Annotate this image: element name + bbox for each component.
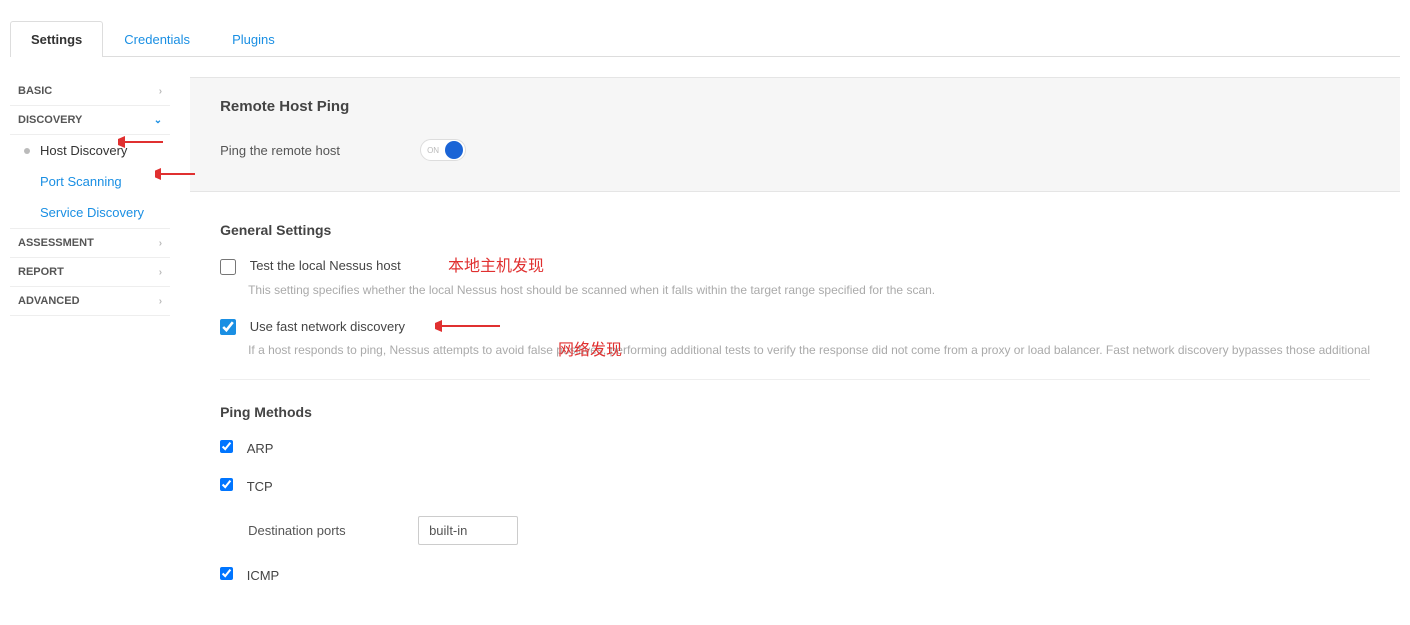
fast-network-discovery-label: Use fast network discovery bbox=[250, 319, 405, 334]
test-local-nessus-label: Test the local Nessus host bbox=[250, 258, 401, 273]
icmp-checkbox[interactable] bbox=[220, 567, 233, 580]
settings-sidebar: BASIC › DISCOVERY ⌄ Host Discovery Port … bbox=[10, 57, 170, 625]
sidebar-label-assessment: ASSESSMENT bbox=[18, 237, 94, 249]
chevron-right-icon: › bbox=[159, 238, 162, 249]
destination-ports-input[interactable] bbox=[418, 516, 518, 545]
sidebar-label-report: REPORT bbox=[18, 266, 64, 278]
general-settings-section: General Settings Test the local Nessus h… bbox=[190, 192, 1400, 625]
general-settings-title: General Settings bbox=[220, 222, 1370, 238]
sidebar-item-assessment[interactable]: ASSESSMENT › bbox=[10, 228, 170, 258]
chevron-down-icon: ⌄ bbox=[154, 115, 162, 126]
sidebar-label-discovery: DISCOVERY bbox=[18, 114, 82, 126]
sidebar-sub-service-discovery[interactable]: Service Discovery bbox=[10, 197, 170, 228]
tcp-label: TCP bbox=[247, 479, 273, 494]
tcp-checkbox[interactable] bbox=[220, 478, 233, 491]
chevron-right-icon: › bbox=[159, 267, 162, 278]
tab-settings[interactable]: Settings bbox=[10, 21, 103, 57]
sidebar-item-advanced[interactable]: ADVANCED › bbox=[10, 287, 170, 316]
ping-remote-host-label: Ping the remote host bbox=[220, 143, 420, 158]
sidebar-item-basic[interactable]: BASIC › bbox=[10, 77, 170, 106]
tab-credentials[interactable]: Credentials bbox=[103, 21, 211, 57]
remote-host-ping-section: Remote Host Ping Ping the remote host ON bbox=[190, 77, 1400, 192]
test-local-nessus-desc: This setting specifies whether the local… bbox=[248, 283, 1370, 297]
destination-ports-label: Destination ports bbox=[248, 523, 418, 538]
top-tabs: Settings Credentials Plugins bbox=[10, 20, 1400, 57]
sidebar-sub-host-discovery[interactable]: Host Discovery bbox=[10, 135, 170, 166]
fast-network-discovery-checkbox[interactable] bbox=[220, 319, 236, 335]
fast-network-discovery-desc: If a host responds to ping, Nessus attem… bbox=[248, 343, 1370, 357]
toggle-on-text: ON bbox=[427, 146, 439, 155]
ping-remote-host-toggle[interactable]: ON bbox=[420, 139, 466, 161]
remote-host-ping-title: Remote Host Ping bbox=[220, 98, 1370, 115]
icmp-label: ICMP bbox=[247, 568, 280, 583]
chevron-right-icon: › bbox=[159, 86, 162, 97]
sidebar-label-basic: BASIC bbox=[18, 85, 52, 97]
test-local-nessus-checkbox[interactable] bbox=[220, 259, 236, 275]
sidebar-item-discovery[interactable]: DISCOVERY ⌄ bbox=[10, 106, 170, 135]
toggle-knob-icon bbox=[445, 141, 463, 159]
arp-label: ARP bbox=[247, 441, 274, 456]
divider bbox=[220, 379, 1370, 380]
ping-methods-title: Ping Methods bbox=[220, 404, 1370, 420]
chevron-right-icon: › bbox=[159, 296, 162, 307]
sidebar-item-report[interactable]: REPORT › bbox=[10, 258, 170, 287]
sidebar-sub-port-scanning[interactable]: Port Scanning bbox=[10, 166, 170, 197]
tab-plugins[interactable]: Plugins bbox=[211, 21, 296, 57]
arp-checkbox[interactable] bbox=[220, 440, 233, 453]
sidebar-label-advanced: ADVANCED bbox=[18, 295, 80, 307]
